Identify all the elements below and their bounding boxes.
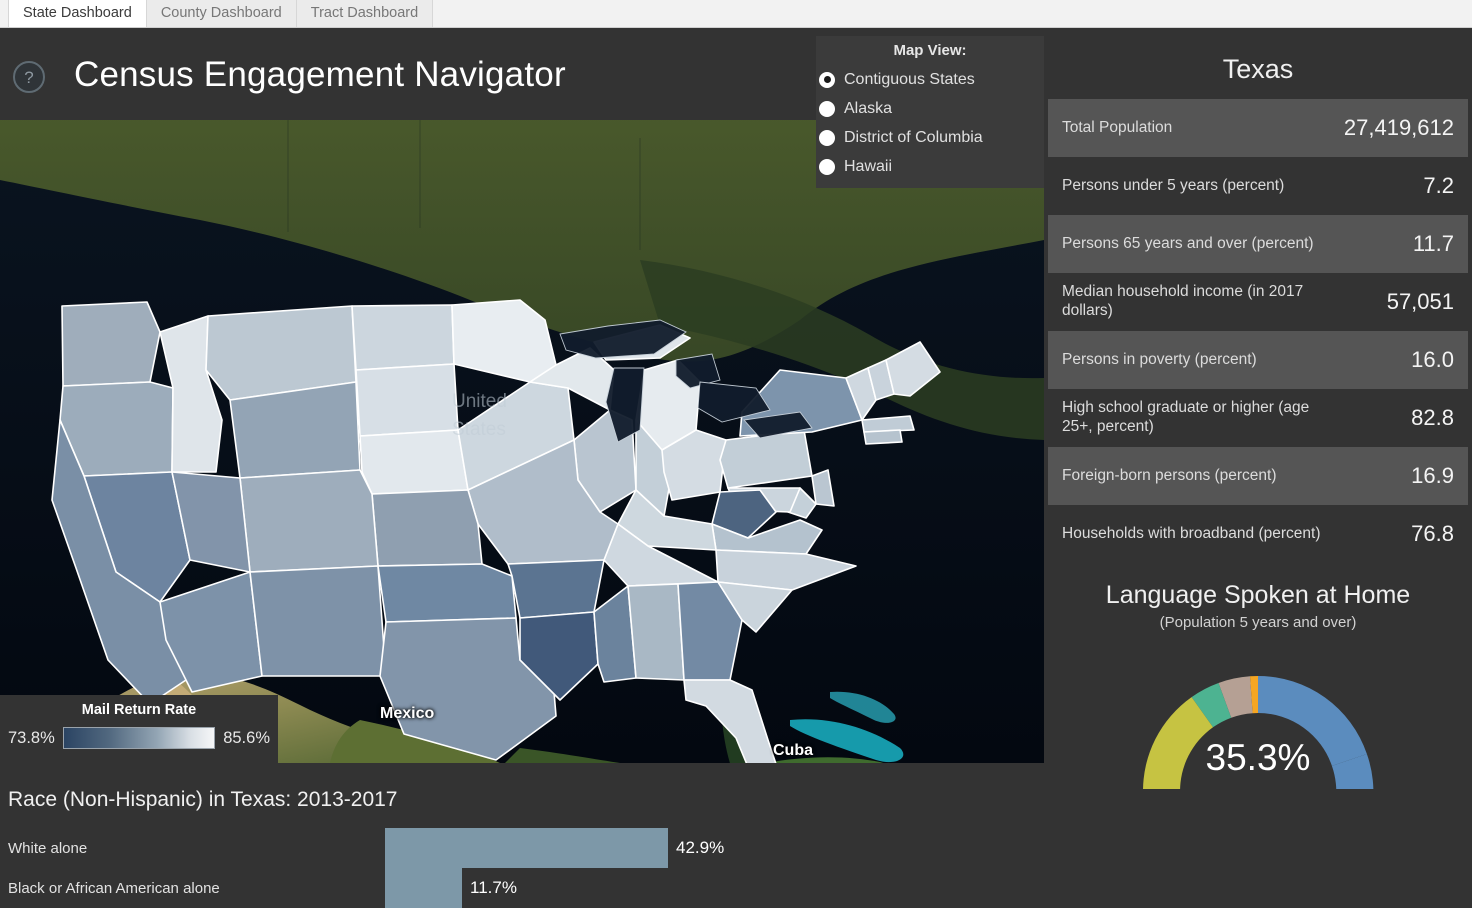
stat-label: Persons 65 years and over (percent) bbox=[1062, 234, 1314, 252]
map-view-option-hawaii[interactable]: Hawaii bbox=[816, 152, 1044, 181]
radio-icon[interactable] bbox=[819, 129, 835, 146]
stat-row-persons-in-poverty[interactable]: Persons in poverty (percent) 16.0 bbox=[1048, 331, 1468, 389]
stat-row-persons-under-5[interactable]: Persons under 5 years (percent) 7.2 bbox=[1048, 157, 1468, 215]
race-chart-rows: White alone 42.9% Black or African Ameri… bbox=[0, 828, 1044, 908]
tab-county-dashboard[interactable]: County Dashboard bbox=[146, 0, 297, 27]
map-view-option-district-of-columbia[interactable]: District of Columbia bbox=[816, 123, 1044, 152]
map-view-option-label: Alaska bbox=[844, 99, 893, 117]
stat-row-households-with-broadband[interactable]: Households with broadband (percent) 76.8 bbox=[1048, 505, 1468, 563]
tab-label: State Dashboard bbox=[23, 5, 132, 21]
legend-max-value: 85.6% bbox=[223, 728, 270, 747]
stat-value: 16.0 bbox=[1411, 347, 1454, 372]
stat-value: 11.7 bbox=[1412, 231, 1454, 256]
legend-min-value: 73.8% bbox=[8, 728, 55, 747]
language-donut-chart[interactable]: 35.3% bbox=[1044, 639, 1472, 789]
language-chart-title: Language Spoken at Home bbox=[1105, 581, 1411, 609]
dashboard-tabbar: State Dashboard County Dashboard Tract D… bbox=[0, 0, 1472, 28]
stat-row-persons-65-and-over[interactable]: Persons 65 years and over (percent) 11.7 bbox=[1048, 215, 1468, 273]
stat-value: 7.2 bbox=[1423, 173, 1454, 198]
donut-center-value: 35.3% bbox=[1205, 737, 1311, 778]
stat-label: High school graduate or higher (age 25+,… bbox=[1062, 399, 1310, 435]
race-bar-chart: Race (Non-Hispanic) in Texas: 2013-2017 … bbox=[0, 763, 1044, 908]
stat-row-median-household-income[interactable]: Median household income (in 2017 dollars… bbox=[1048, 273, 1468, 331]
race-value-label: 42.9% bbox=[676, 838, 725, 857]
help-icon[interactable]: ? bbox=[13, 61, 45, 93]
map-view-option-label: District of Columbia bbox=[844, 128, 983, 146]
race-category-label: Black or African American alone bbox=[8, 879, 220, 897]
state-statistics-table: Total Population 27,419,612 Persons unde… bbox=[1048, 99, 1468, 563]
map-canvas bbox=[0, 120, 1044, 763]
stat-row-foreign-born-persons[interactable]: Foreign-born persons (percent) 16.9 bbox=[1048, 447, 1468, 505]
stat-label: Persons in poverty (percent) bbox=[1062, 350, 1257, 368]
choropleth-map[interactable]: United States Mexico Cuba bbox=[0, 120, 1044, 763]
radio-icon[interactable] bbox=[819, 71, 835, 88]
stat-label: Median household income (in 2017 dollars… bbox=[1062, 283, 1304, 319]
stat-label: Foreign-born persons (percent) bbox=[1062, 466, 1277, 484]
map-view-option-label: Hawaii bbox=[844, 157, 893, 175]
stat-value: 57,051 bbox=[1386, 289, 1454, 314]
tab-label: County Dashboard bbox=[160, 5, 282, 21]
selected-state-name: Texas bbox=[1222, 54, 1294, 84]
stat-label: Total Population bbox=[1062, 118, 1173, 136]
legend-scale: 73.8% 85.6% bbox=[0, 727, 278, 749]
stat-value: 82.8 bbox=[1411, 405, 1454, 430]
map-view-option-contiguous-states[interactable]: Contiguous States bbox=[816, 65, 1044, 94]
race-bar[interactable] bbox=[385, 868, 462, 908]
race-category-label: White alone bbox=[8, 839, 88, 857]
tab-label: Tract Dashboard bbox=[310, 5, 419, 21]
tab-tract-dashboard[interactable]: Tract Dashboard bbox=[296, 0, 434, 27]
race-chart-row[interactable]: White alone 42.9% bbox=[0, 828, 1044, 868]
map-view-title: Map View: bbox=[893, 42, 967, 59]
map-legend: Mail Return Rate 73.8% 85.6% bbox=[0, 695, 278, 763]
state-detail-panel: Texas Total Population 27,419,612 Person… bbox=[1044, 28, 1472, 908]
map-view-option-label: Contiguous States bbox=[844, 70, 975, 88]
radio-icon[interactable] bbox=[819, 100, 835, 117]
language-chart-subtitle: (Population 5 years and over) bbox=[1159, 614, 1357, 631]
race-chart-row[interactable]: Black or African American alone 11.7% bbox=[0, 868, 1044, 908]
stat-row-total-population[interactable]: Total Population 27,419,612 bbox=[1048, 99, 1468, 157]
stat-value: 76.8 bbox=[1411, 521, 1454, 546]
stat-row-high-school-graduate[interactable]: High school graduate or higher (age 25+,… bbox=[1048, 389, 1468, 447]
page-title: Census Engagement Navigator bbox=[74, 55, 566, 94]
legend-title: Mail Return Rate bbox=[81, 702, 197, 718]
legend-gradient-bar bbox=[62, 727, 216, 749]
dashboard-root: State Dashboard County Dashboard Tract D… bbox=[0, 0, 1472, 908]
stat-value: 27,419,612 bbox=[1343, 115, 1454, 140]
radio-icon[interactable] bbox=[819, 158, 835, 175]
race-chart-title: Race (Non-Hispanic) in Texas: 2013-2017 bbox=[8, 788, 398, 811]
map-view-control: Map View: Contiguous States Alaska Distr… bbox=[816, 36, 1044, 188]
stat-value: 16.9 bbox=[1411, 463, 1454, 488]
map-view-option-alaska[interactable]: Alaska bbox=[816, 94, 1044, 123]
race-bar[interactable] bbox=[385, 828, 668, 868]
tab-state-dashboard[interactable]: State Dashboard bbox=[8, 0, 147, 27]
language-spoken-section: Language Spoken at Home (Population 5 ye… bbox=[1044, 581, 1472, 789]
race-value-label: 11.7% bbox=[470, 878, 517, 897]
stat-label: Persons under 5 years (percent) bbox=[1062, 176, 1285, 194]
tabbar-filler bbox=[433, 0, 1472, 27]
stat-label: Households with broadband (percent) bbox=[1062, 524, 1321, 542]
